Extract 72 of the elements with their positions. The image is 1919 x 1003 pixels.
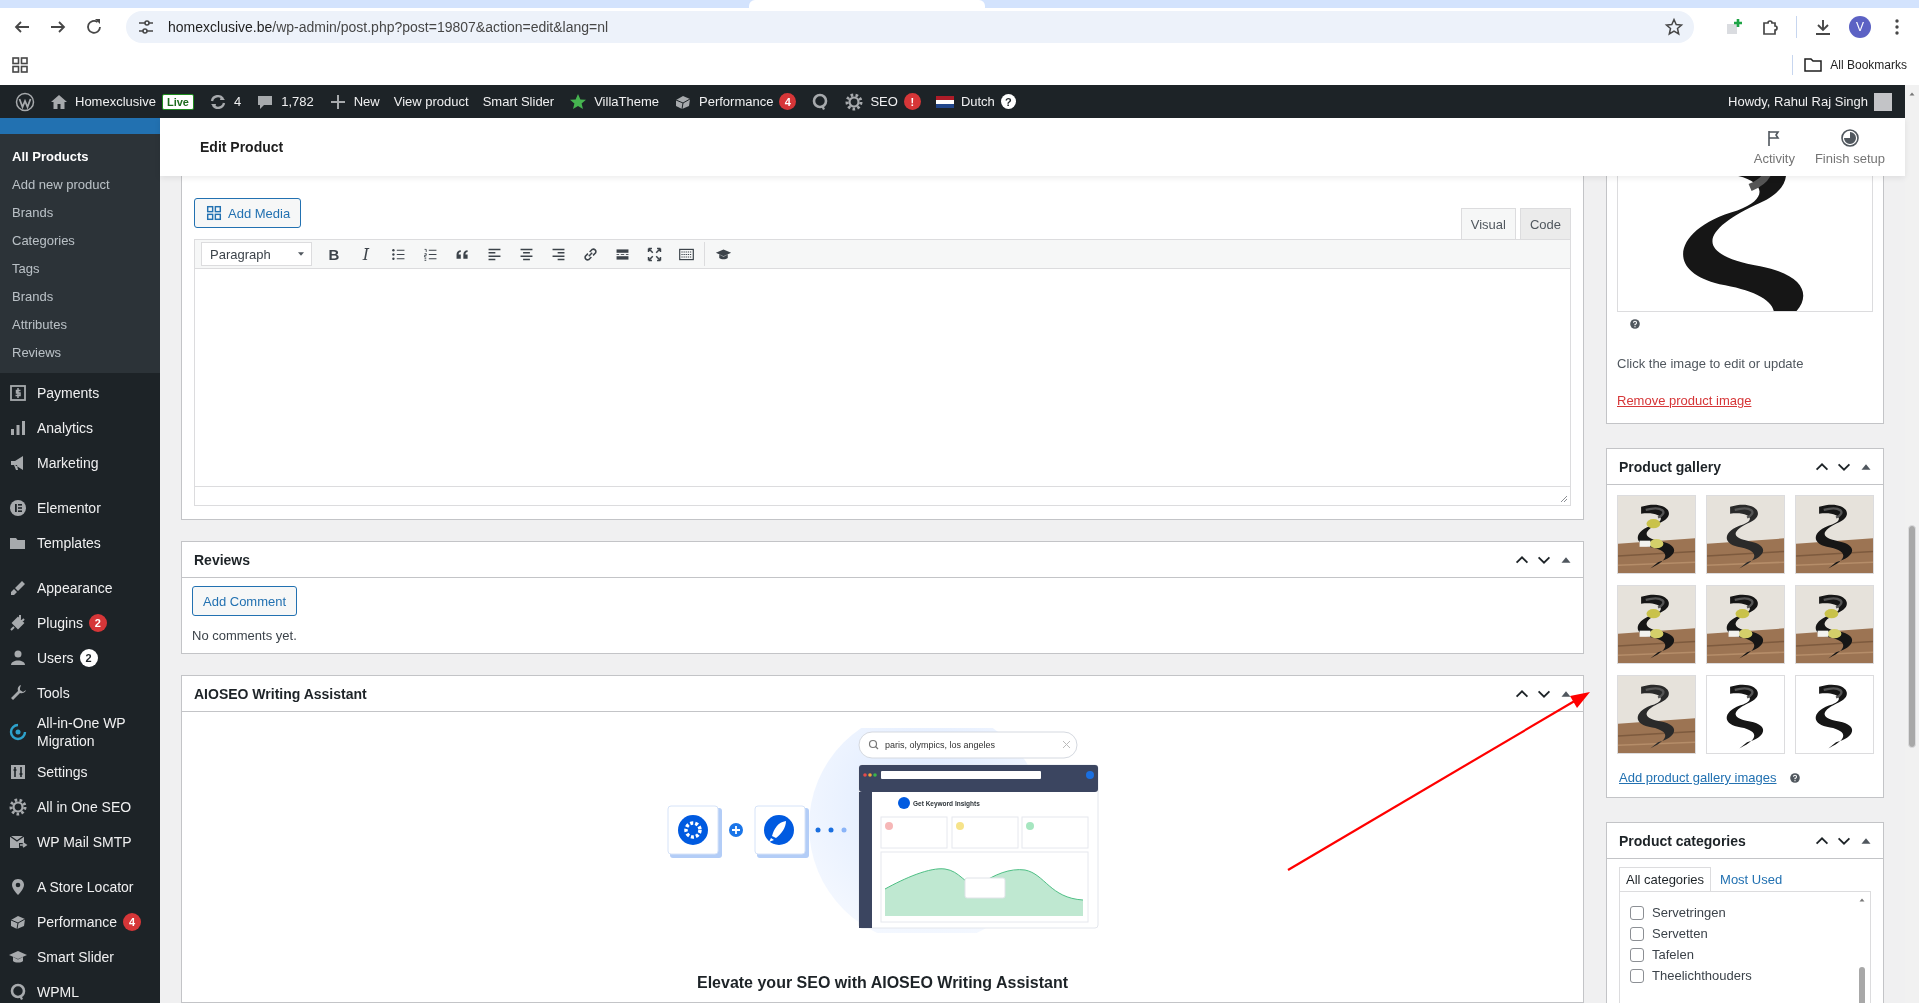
category-label[interactable]: Tafelen (1652, 947, 1694, 962)
admin-bar-link[interactable]: Smart Slider (482, 94, 555, 109)
image-hint: Click the image to edit or update (1617, 356, 1805, 371)
admin-bar-link[interactable]: Performance (699, 94, 774, 109)
sidebar-item[interactable]: Elementor (37, 498, 101, 517)
admin-bar-link[interactable]: View product (393, 94, 469, 109)
live-badge: Live (161, 93, 194, 110)
sidebar-item[interactable]: WP Mail SMTP (37, 832, 132, 851)
sidebar-item[interactable]: Appearance (37, 578, 113, 597)
search-query: paris, olympics, los angeles (885, 740, 996, 750)
submenu-item[interactable]: Attributes (0, 311, 160, 339)
admin-bar-link[interactable]: SEO (870, 94, 898, 109)
sidebar-item[interactable]: Payments (37, 383, 100, 402)
submenu-item[interactable]: Reviews (0, 339, 160, 367)
comments-count[interactable]: 1,782 (281, 94, 314, 109)
editor-tab[interactable]: Code (1519, 208, 1571, 239)
all-bookmarks-link[interactable]: All Bookmarks (1830, 58, 1907, 72)
category-label[interactable]: Servetten (1652, 926, 1708, 941)
sidebar-item[interactable]: All-in-One WP Migration (37, 714, 149, 750)
sidebar-item[interactable]: Performance (37, 912, 118, 931)
admin-bar-link[interactable]: VillaTheme (594, 94, 659, 109)
sidebar-item[interactable]: Templates (37, 533, 101, 552)
user-greeting[interactable]: Howdy, Rahul Raj Singh (1728, 94, 1868, 109)
submenu-item[interactable]: Brands (0, 283, 160, 311)
page-title: Edit Product (200, 139, 285, 155)
count-badge: 4 (123, 912, 142, 931)
sidebar-item[interactable]: All in One SEO (37, 797, 132, 816)
profile-avatar[interactable]: V (1849, 15, 1871, 38)
submenu-item[interactable]: Categories (0, 227, 160, 255)
remove-image-link[interactable]: Remove product image (1617, 393, 1752, 408)
sidebar-item[interactable]: A Store Locator (37, 877, 134, 896)
add-comment-button[interactable]: Add Comment (192, 586, 298, 616)
category-tab[interactable]: Most Used (1713, 867, 1790, 891)
header-action[interactable]: Finish setup (1804, 128, 1895, 166)
sidebar-item[interactable]: Marketing (37, 453, 99, 472)
sidebar-item[interactable]: WPML (37, 982, 79, 1001)
sidebar-item[interactable]: Smart Slider (37, 947, 115, 966)
sidebar-item[interactable]: Tools (37, 683, 70, 702)
submenu-item[interactable]: Tags (0, 255, 160, 283)
header-action[interactable]: Activity (1743, 128, 1805, 166)
address-bar[interactable]: homexclusive.be/wp-admin/post.php?post=19807&action=edit&lang=nl (126, 10, 1694, 43)
box-title: Reviews (194, 551, 252, 568)
sidebar-item[interactable]: Analytics (37, 418, 94, 437)
editor-tab[interactable]: Visual (1460, 208, 1516, 239)
updates-count[interactable]: 4 (233, 94, 242, 109)
box-title: Product gallery (1619, 458, 1722, 475)
format-select[interactable]: Paragraph (201, 242, 312, 266)
notification-badge: ! (903, 93, 921, 110)
add-gallery-link[interactable]: Add product gallery images (1619, 770, 1777, 785)
italic-button[interactable]: I (350, 241, 382, 267)
language-switcher[interactable]: Dutch (960, 94, 995, 109)
count-badge: 2 (88, 613, 107, 632)
category-tab[interactable]: All categories (1619, 867, 1712, 891)
promo-heading: Elevate your SEO with AIOSEO Writing Assistant (696, 974, 1068, 992)
empty-message: No comments yet. (192, 628, 298, 643)
sidebar-item[interactable]: Plugins (37, 613, 83, 632)
submenu-item[interactable]: All Products (0, 143, 160, 171)
help-badge: ? (1000, 94, 1016, 109)
count-badge: 2 (79, 648, 98, 667)
category-label[interactable]: Servetringen (1652, 905, 1726, 920)
box-title: AIOSEO Writing Assistant (194, 685, 368, 702)
sidebar-item[interactable]: Settings (37, 762, 88, 781)
submenu-item[interactable]: Brands (0, 199, 160, 227)
site-name-link[interactable]: Homexclusive (75, 94, 156, 109)
add-media-button[interactable]: Add Media (194, 198, 302, 228)
box-title: Product categories (1619, 832, 1747, 849)
submenu-item[interactable]: Add new product (0, 171, 160, 199)
notification-badge: 4 (779, 93, 797, 110)
new-link[interactable]: New (353, 94, 380, 109)
category-label[interactable]: Theelichthouders (1652, 968, 1752, 983)
bold-button[interactable]: B (318, 241, 350, 267)
sidebar-item[interactable]: Users (37, 648, 74, 667)
